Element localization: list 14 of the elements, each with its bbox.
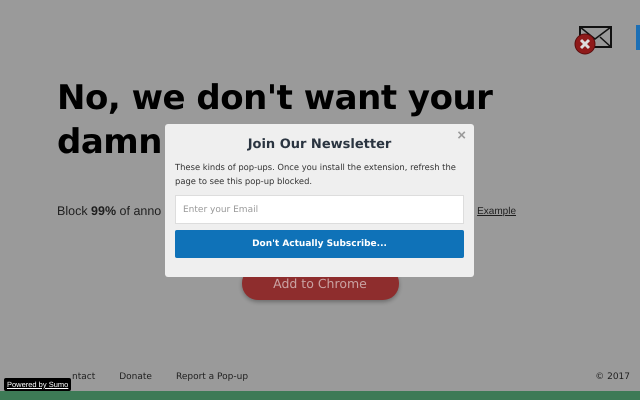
blocked-mail-icon bbox=[574, 25, 612, 55]
subscribe-button[interactable]: Don't Actually Subscribe... bbox=[175, 230, 464, 258]
footer-link[interactable]: ntact bbox=[72, 372, 96, 382]
headline: No, we don't want your bbox=[57, 77, 492, 120]
popup-title: Join Our Newsletter bbox=[246, 137, 392, 152]
email-field[interactable]: Enter your Email bbox=[175, 195, 464, 224]
copyright: © 2017 bbox=[595, 372, 630, 382]
headline: damn bbox=[57, 121, 162, 164]
popup-message: These kinds of pop-ups. Once you install the extension, refresh the page to see this pop-up blocked. bbox=[175, 161, 457, 188]
footer-link[interactable]: Report a Pop-up bbox=[176, 372, 248, 382]
side-tab[interactable] bbox=[636, 25, 640, 50]
subheading: Block 99% of anno bbox=[57, 204, 162, 218]
footer-link[interactable]: Donate bbox=[119, 372, 152, 382]
example-link[interactable]: Example bbox=[477, 206, 516, 218]
